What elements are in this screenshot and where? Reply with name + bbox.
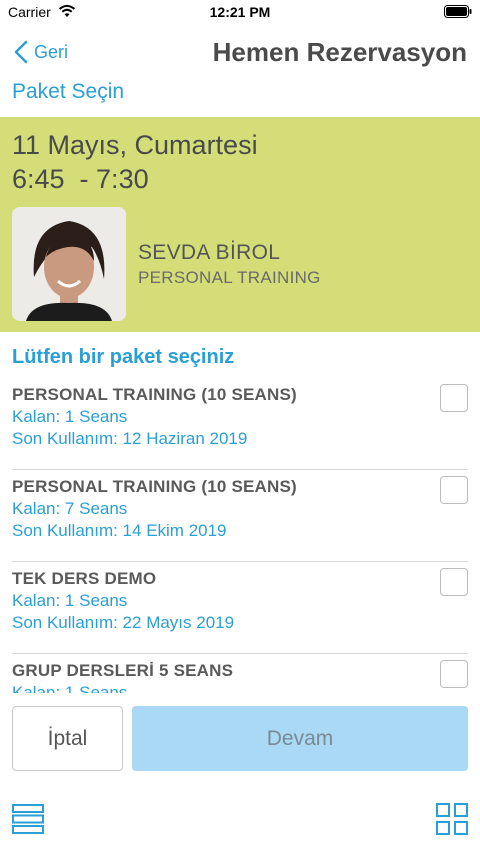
trainer-name: SEVDA BİROL xyxy=(138,241,281,264)
session-time: 6:45 - 7:30 xyxy=(12,164,149,194)
continue-button[interactable]: Devam xyxy=(132,706,468,771)
package-checkbox[interactable] xyxy=(440,384,468,412)
package-name: TEK DERS DEMO xyxy=(12,569,157,588)
package-name: PERSONAL TRAINING (10 SEANS) xyxy=(12,385,297,404)
status-bar: Carrier 12:21 PM xyxy=(0,0,480,26)
battery-icon xyxy=(444,5,472,18)
page-title: Hemen Rezervasyon xyxy=(212,37,467,67)
trainer-portrait-image xyxy=(12,207,126,321)
package-expiry: Son Kullanım: 14 Ekim 2019 xyxy=(12,521,227,540)
package-checkbox[interactable] xyxy=(440,568,468,596)
package-item[interactable]: TEK DERS DEMO Kalan: 1 Seans Son Kullanı… xyxy=(12,562,468,654)
package-list[interactable]: PERSONAL TRAINING (10 SEANS) Kalan: 1 Se… xyxy=(0,378,480,693)
package-name: GRUP DERSLERİ 5 SEANS xyxy=(12,661,234,680)
trainer-avatar xyxy=(12,207,126,321)
package-item[interactable]: PERSONAL TRAINING (10 SEANS) Kalan: 7 Se… xyxy=(12,470,468,562)
package-item[interactable]: PERSONAL TRAINING (10 SEANS) Kalan: 1 Se… xyxy=(12,378,468,470)
status-time: 12:21 PM xyxy=(209,4,271,20)
bottom-tab-bar xyxy=(0,790,480,854)
session-date: 11 Mayıs, Cumartesi xyxy=(12,130,258,160)
package-remaining: Kalan: 7 Seans xyxy=(12,499,128,518)
package-checkbox[interactable] xyxy=(440,476,468,504)
cancel-button[interactable]: İptal xyxy=(12,706,123,771)
package-remaining: Kalan: 1 Seans xyxy=(12,407,128,426)
package-list-heading: Lütfen bir paket seçiniz xyxy=(12,346,235,368)
package-checkbox[interactable] xyxy=(440,660,468,688)
grid-view-icon[interactable] xyxy=(436,803,468,835)
session-card: 11 Mayıs, Cumartesi 6:45 - 7:30 SEVDA Bİ… xyxy=(0,117,480,332)
list-view-icon[interactable] xyxy=(12,804,44,834)
back-button[interactable]: Geri xyxy=(14,38,68,66)
package-remaining: Kalan: 1 Seans xyxy=(12,591,128,610)
back-label: Geri xyxy=(34,41,69,62)
navigation-bar: Geri Hemen Rezervasyon xyxy=(0,30,480,74)
package-remaining: Kalan: 1 Seans xyxy=(12,683,128,693)
trainer-role: PERSONAL TRAINING xyxy=(138,268,321,287)
chevron-left-icon xyxy=(14,40,28,64)
package-item[interactable]: GRUP DERSLERİ 5 SEANS Kalan: 1 Seans xyxy=(12,654,468,693)
package-expiry: Son Kullanım: 12 Haziran 2019 xyxy=(12,429,248,448)
section-title: Paket Seçin xyxy=(12,80,125,103)
package-expiry: Son Kullanım: 22 Mayıs 2019 xyxy=(12,613,235,632)
package-name: PERSONAL TRAINING (10 SEANS) xyxy=(12,477,297,496)
